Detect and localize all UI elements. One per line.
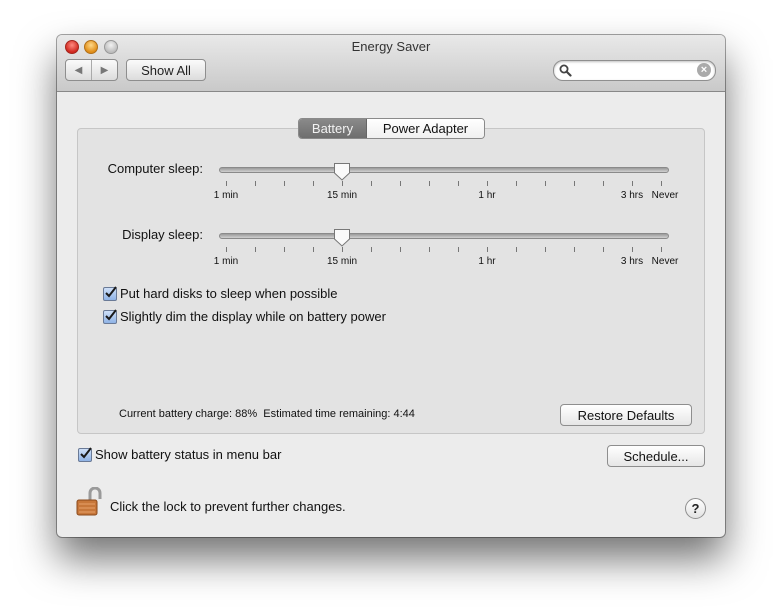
- search-field[interactable]: ×: [553, 60, 716, 81]
- tab-bar: Battery Power Adapter: [298, 118, 485, 139]
- display-sleep-tick-mark: [603, 247, 604, 252]
- display-sleep-tick-mark: [429, 247, 430, 252]
- display-sleep-tick-mark: [342, 247, 343, 252]
- display-sleep-tick-mark: [371, 247, 372, 252]
- computer-sleep-label: Computer sleep:: [107, 161, 203, 176]
- computer-sleep-tick-mark: [313, 181, 314, 186]
- computer-sleep-tick-mark: [429, 181, 430, 186]
- display-sleep-tick-mark: [632, 247, 633, 252]
- computer-sleep-tick-mark: [284, 181, 285, 186]
- show-battery-status-label: Show battery status in menu bar: [95, 447, 282, 462]
- computer-sleep-tick-mark: [487, 181, 488, 186]
- display-sleep-tick-mark: [661, 247, 662, 252]
- computer-sleep-tick-mark: [255, 181, 256, 186]
- schedule-button[interactable]: Schedule...: [607, 445, 705, 467]
- restore-defaults-button[interactable]: Restore Defaults: [560, 404, 692, 426]
- tab-power-adapter[interactable]: Power Adapter: [367, 119, 484, 138]
- clear-search-icon[interactable]: ×: [697, 63, 711, 77]
- display-sleep-slider-thumb[interactable]: [333, 228, 351, 248]
- display-sleep-tick-label: 15 min: [326, 256, 358, 267]
- show-battery-status-checkbox[interactable]: Show battery status in menu bar: [78, 446, 282, 462]
- computer-sleep-tick-mark: [226, 181, 227, 186]
- dim-display-checkbox[interactable]: Slightly dim the display while on batter…: [103, 308, 386, 324]
- computer-sleep-tick-mark: [400, 181, 401, 186]
- computer-sleep-tick-mark: [632, 181, 633, 186]
- computer-sleep-tick-mark: [603, 181, 604, 186]
- checkbox-checked-icon[interactable]: [103, 308, 117, 324]
- display-sleep-slider-track[interactable]: [219, 233, 669, 239]
- search-icon: [559, 64, 572, 77]
- unlocked-padlock-icon[interactable]: [75, 487, 103, 517]
- display-sleep-tick-mark: [545, 247, 546, 252]
- computer-sleep-slider-thumb[interactable]: [333, 162, 351, 182]
- computer-sleep-tick-mark: [342, 181, 343, 186]
- window-title: Energy Saver: [351, 39, 431, 54]
- back-forward-control: ◀ ▶: [65, 59, 118, 81]
- computer-sleep-tick-label: 3 hrs: [620, 190, 644, 201]
- dim-display-label: Slightly dim the display while on batter…: [120, 309, 386, 324]
- display-sleep-tick-mark: [255, 247, 256, 252]
- battery-status-text: Current battery charge: 88% Estimated ti…: [119, 408, 415, 420]
- display-sleep-tick-mark: [574, 247, 575, 252]
- title-bar: Energy Saver ◀ ▶ Show All ×: [57, 35, 725, 92]
- tab-battery[interactable]: Battery: [299, 119, 367, 138]
- display-sleep-tick-label: 1 min: [213, 256, 239, 267]
- display-sleep-label: Display sleep:: [122, 227, 203, 242]
- display-sleep-tick-mark: [516, 247, 517, 252]
- computer-sleep-tick-label: 1 hr: [478, 190, 496, 201]
- computer-sleep-tick-label: 1 min: [213, 190, 239, 201]
- forward-arrow-icon[interactable]: ▶: [92, 60, 117, 80]
- computer-sleep-tick-mark: [371, 181, 372, 186]
- computer-sleep-tick-label: Never: [651, 190, 679, 201]
- display-sleep-tick-label: 3 hrs: [620, 256, 644, 267]
- computer-sleep-tick-mark: [574, 181, 575, 186]
- computer-sleep-slider-track[interactable]: [219, 167, 669, 173]
- show-all-button[interactable]: Show All: [126, 59, 206, 81]
- display-sleep-tick-mark: [487, 247, 488, 252]
- display-sleep-tick-mark: [313, 247, 314, 252]
- hard-disk-sleep-checkbox[interactable]: Put hard disks to sleep when possible: [103, 285, 338, 301]
- computer-sleep-tick-mark: [458, 181, 459, 186]
- checkbox-checked-icon[interactable]: [78, 446, 92, 462]
- lock-message: Click the lock to prevent further change…: [110, 499, 346, 514]
- display-sleep-tick-mark: [400, 247, 401, 252]
- hard-disk-sleep-label: Put hard disks to sleep when possible: [120, 286, 338, 301]
- computer-sleep-tick-label: 15 min: [326, 190, 358, 201]
- computer-sleep-tick-mark: [545, 181, 546, 186]
- energy-saver-window: Energy Saver ◀ ▶ Show All × Battery Powe…: [57, 35, 725, 537]
- help-button[interactable]: ?: [685, 498, 706, 519]
- search-input[interactable]: [574, 63, 698, 79]
- display-sleep-tick-mark: [458, 247, 459, 252]
- computer-sleep-tick-mark: [516, 181, 517, 186]
- checkbox-checked-icon[interactable]: [103, 285, 117, 301]
- display-sleep-tick-label: Never: [651, 256, 679, 267]
- display-sleep-tick-mark: [284, 247, 285, 252]
- computer-sleep-tick-mark: [661, 181, 662, 186]
- display-sleep-tick-mark: [226, 247, 227, 252]
- display-sleep-tick-label: 1 hr: [478, 256, 496, 267]
- back-arrow-icon[interactable]: ◀: [66, 60, 92, 80]
